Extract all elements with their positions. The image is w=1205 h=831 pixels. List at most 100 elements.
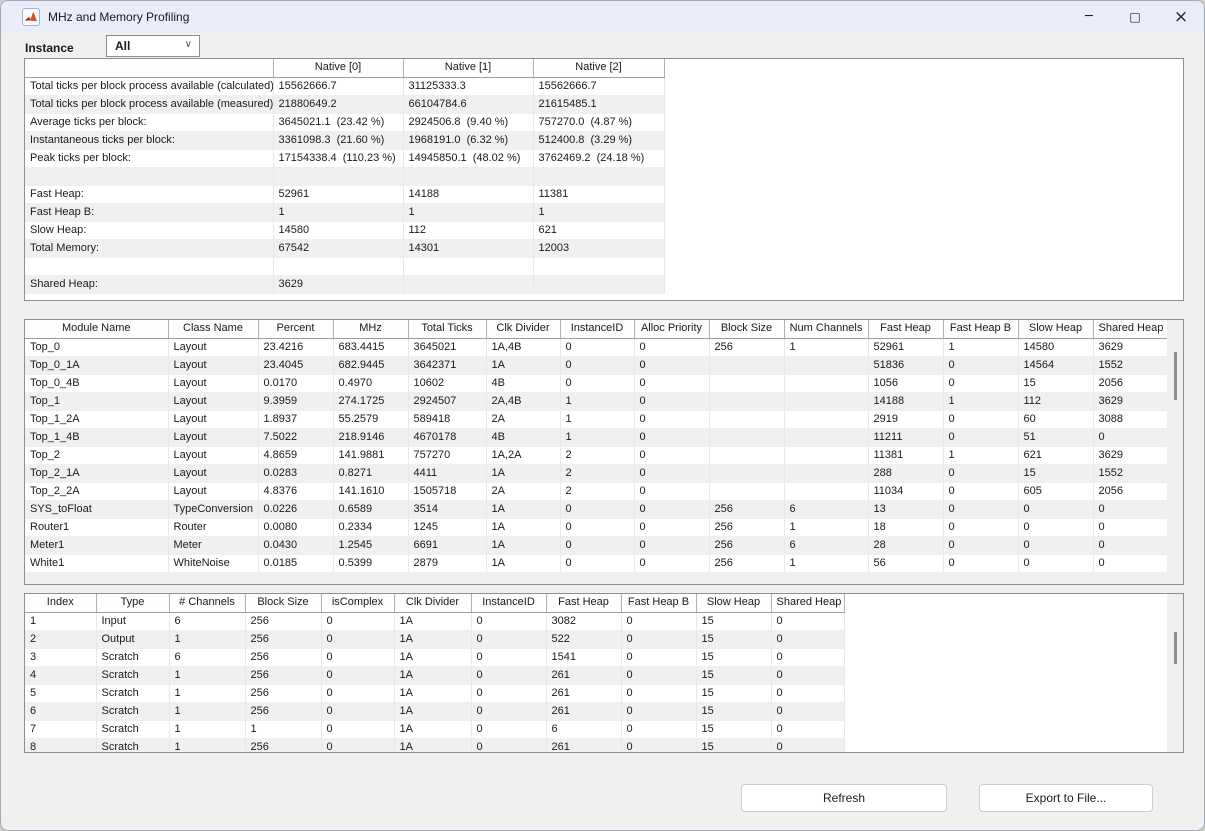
table-cell[interactable]: Router1 — [25, 518, 168, 536]
table-cell[interactable]: Scratch — [96, 738, 169, 753]
table-cell[interactable]: 0 — [1018, 554, 1093, 572]
table-cell[interactable]: 0 — [1093, 518, 1167, 536]
table-cell[interactable]: 1056 — [868, 374, 943, 392]
table-cell[interactable]: 52961 — [868, 338, 943, 356]
table-cell[interactable]: 0 — [1018, 536, 1093, 554]
table-cell[interactable]: Layout — [168, 410, 258, 428]
refresh-button[interactable]: Refresh — [741, 784, 947, 812]
table-cell[interactable]: 1A — [394, 738, 471, 753]
table-cell[interactable]: Meter1 — [25, 536, 168, 554]
table-cell[interactable]: 261 — [546, 738, 621, 753]
table-cell[interactable]: 6 — [784, 500, 868, 518]
table-cell[interactable]: 14945850.1 (48.02 %) — [403, 149, 533, 167]
table-cell[interactable]: 0.5399 — [333, 554, 408, 572]
table-cell[interactable]: 1968191.0 (6.32 %) — [403, 131, 533, 149]
table-cell[interactable]: 1A,2A — [486, 446, 560, 464]
table-cell[interactable]: 3 — [25, 648, 96, 666]
table-cell[interactable]: 2924507 — [408, 392, 486, 410]
table-cell[interactable]: 256 — [245, 684, 321, 702]
table-cell[interactable]: 274.1725 — [333, 392, 408, 410]
table-cell[interactable]: 1 — [169, 684, 245, 702]
table-cell[interactable]: 0 — [634, 446, 709, 464]
table-cell[interactable]: 13 — [868, 500, 943, 518]
table-cell[interactable]: 0.0170 — [258, 374, 333, 392]
table-cell[interactable]: White1 — [25, 554, 168, 572]
table-cell[interactable]: 3629 — [1093, 392, 1167, 410]
table-cell[interactable]: Top_2 — [25, 446, 168, 464]
table-cell[interactable]: 256 — [709, 338, 784, 356]
table-cell[interactable]: 14580 — [273, 221, 403, 239]
table-cell[interactable] — [784, 392, 868, 410]
table-cell[interactable]: 2919 — [868, 410, 943, 428]
table-cell[interactable]: Layout — [168, 338, 258, 356]
table-cell[interactable]: 3762469.2 (24.18 %) — [533, 149, 664, 167]
table-cell[interactable]: 0 — [634, 536, 709, 554]
table-cell[interactable]: TypeConversion — [168, 500, 258, 518]
table-cell[interactable]: 21880649.2 — [273, 95, 403, 113]
table-cell[interactable]: 0 — [560, 518, 634, 536]
table-cell[interactable]: 51 — [1018, 428, 1093, 446]
table-cell[interactable]: 0 — [943, 554, 1018, 572]
table-cell[interactable]: 15 — [696, 648, 771, 666]
table-cell[interactable]: 0 — [621, 630, 696, 648]
table-cell[interactable]: 141.1610 — [333, 482, 408, 500]
table-cell[interactable]: 1 — [169, 666, 245, 684]
table-cell[interactable]: 1A — [394, 648, 471, 666]
table-cell[interactable]: 0.8271 — [333, 464, 408, 482]
table-cell[interactable]: 0 — [321, 720, 394, 738]
table-cell[interactable]: 18 — [868, 518, 943, 536]
table-cell[interactable] — [25, 257, 273, 275]
table-cell[interactable]: 23.4045 — [258, 356, 333, 374]
table-cell[interactable]: 0 — [771, 738, 844, 753]
table-cell[interactable]: 261 — [546, 702, 621, 720]
table-cell[interactable]: Layout — [168, 464, 258, 482]
table-cell[interactable]: 23.4216 — [258, 338, 333, 356]
table-cell[interactable]: 256 — [245, 738, 321, 753]
table-cell[interactable]: 0 — [943, 500, 1018, 518]
table-cell[interactable]: 0 — [621, 612, 696, 630]
table-cell[interactable]: 0 — [1093, 536, 1167, 554]
table-cell[interactable]: 3645021 — [408, 338, 486, 356]
table-cell[interactable]: 1A — [394, 630, 471, 648]
table-cell[interactable]: 256 — [245, 630, 321, 648]
instance-dropdown[interactable]: All ∨ — [106, 35, 200, 57]
table-cell[interactable]: 56 — [868, 554, 943, 572]
table-cell[interactable]: 55.2579 — [333, 410, 408, 428]
table-cell[interactable]: 0 — [560, 356, 634, 374]
table-cell[interactable]: 15 — [696, 720, 771, 738]
table-cell[interactable]: 0 — [321, 702, 394, 720]
table-cell[interactable]: 15 — [696, 684, 771, 702]
table-cell[interactable]: 14564 — [1018, 356, 1093, 374]
table-cell[interactable]: Top_2_2A — [25, 482, 168, 500]
maximize-button[interactable]: □ — [1112, 1, 1158, 33]
table-cell[interactable]: Layout — [168, 374, 258, 392]
table-cell[interactable]: 1A — [486, 464, 560, 482]
table-cell[interactable]: 0 — [634, 500, 709, 518]
table-cell[interactable]: 8 — [25, 738, 96, 753]
table-cell[interactable]: 0 — [943, 536, 1018, 554]
table-cell[interactable]: Fast Heap: — [25, 185, 273, 203]
table-cell[interactable]: 1A — [486, 500, 560, 518]
table-cell[interactable]: 1A — [394, 702, 471, 720]
table-cell[interactable]: Scratch — [96, 702, 169, 720]
table-cell[interactable]: 0 — [771, 684, 844, 702]
table-cell[interactable]: 1 — [943, 338, 1018, 356]
table-cell[interactable]: 6691 — [408, 536, 486, 554]
table-cell[interactable]: 10602 — [408, 374, 486, 392]
table-cell[interactable]: 1A,4B — [486, 338, 560, 356]
table-cell[interactable]: 14301 — [403, 239, 533, 257]
table-cell[interactable]: 0 — [471, 612, 546, 630]
table-cell[interactable]: 15 — [1018, 374, 1093, 392]
module-table-scrollbar[interactable] — [1167, 320, 1183, 584]
table-cell[interactable]: 0 — [771, 612, 844, 630]
table-cell[interactable] — [25, 167, 273, 185]
table-cell[interactable]: 0 — [621, 648, 696, 666]
table-cell[interactable]: Top_2_1A — [25, 464, 168, 482]
table-cell[interactable]: 0.0430 — [258, 536, 333, 554]
table-cell[interactable]: 0 — [621, 738, 696, 753]
table-cell[interactable]: 1 — [560, 410, 634, 428]
table-cell[interactable]: 9.3959 — [258, 392, 333, 410]
table-cell[interactable]: 0.6589 — [333, 500, 408, 518]
table-cell[interactable]: 256 — [245, 666, 321, 684]
table-cell[interactable] — [709, 464, 784, 482]
